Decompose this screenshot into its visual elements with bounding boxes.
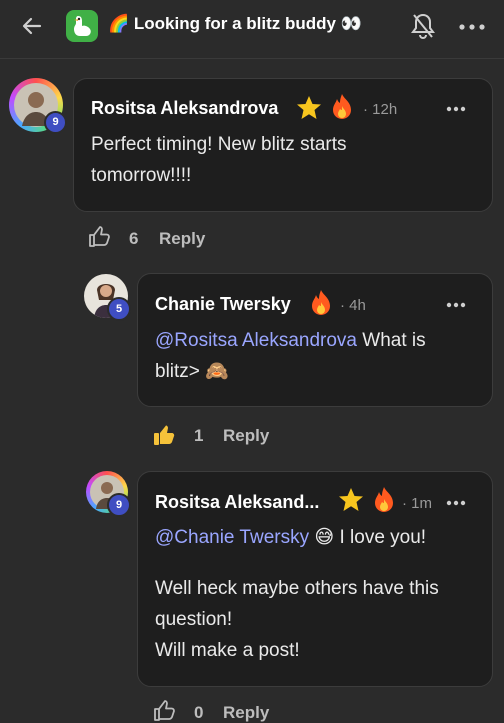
comment-more-icon[interactable] [446,106,466,112]
star-icon [339,488,363,511]
group-title: 🌈 Looking for a blitz buddy 👀 [108,14,362,33]
like-icon[interactable] [88,226,110,248]
comment-text: @Rositsa Aleksandrova What is blitz> 🙈 [155,325,475,387]
comment-bubble[interactable]: Rositsa Aleksandrova · 12h Perfect timin… [73,78,493,212]
comment-bubble[interactable]: Rositsa Aleksand... · 1m @Chanie Twersky… [137,471,493,687]
reply-button[interactable]: Reply [159,229,205,249]
like-filled-icon[interactable] [153,424,175,446]
comment-author[interactable]: Rositsa Aleksandrova [91,98,278,119]
comment-text: @Chanie Twersky 😅 I love you! [155,522,485,553]
comment-time: · 1m [402,495,433,512]
comment-author[interactable]: Rositsa Aleksand... [155,492,319,513]
comment-time: · 4h [340,297,366,314]
level-badge: 5 [107,297,131,321]
user-mention[interactable]: @Rositsa Aleksandrova [155,330,357,351]
like-count: 1 [194,426,204,445]
comment-text-body: 😅 I love you! [309,527,427,548]
top-bar: 🌈 Looking for a blitz buddy 👀 [0,0,504,52]
like-count: 6 [129,229,139,248]
comment-time: · 12h [363,101,398,118]
star-icon [297,96,321,119]
comment-more-icon[interactable] [446,500,466,506]
more-options-icon[interactable] [459,24,485,30]
level-badge: 9 [44,111,67,134]
comment-author[interactable]: Chanie Twersky [155,294,291,315]
comment-text: Will make a post! [155,640,300,661]
comment-bubble[interactable]: Chanie Twersky · 4h @Rositsa Aleksandrov… [137,273,493,407]
level-badge: 9 [107,493,131,517]
fire-icon [333,94,351,119]
like-count: 0 [194,703,204,722]
back-arrow-icon[interactable] [20,14,44,38]
fire-icon [375,487,393,512]
comment-text: Well heck maybe others have this questio… [155,578,439,630]
user-mention[interactable]: @Chanie Twersky [155,527,309,548]
goose-logo-icon[interactable] [66,10,98,42]
comment-text: Perfect timing! New blitz starts tomorro… [91,134,347,186]
fire-icon [312,290,330,315]
reply-button[interactable]: Reply [223,426,269,446]
muted-bell-icon[interactable] [410,12,436,40]
reply-button[interactable]: Reply [223,703,269,723]
like-icon[interactable] [153,700,175,722]
comment-more-icon[interactable] [446,302,466,308]
header-divider [0,58,504,59]
